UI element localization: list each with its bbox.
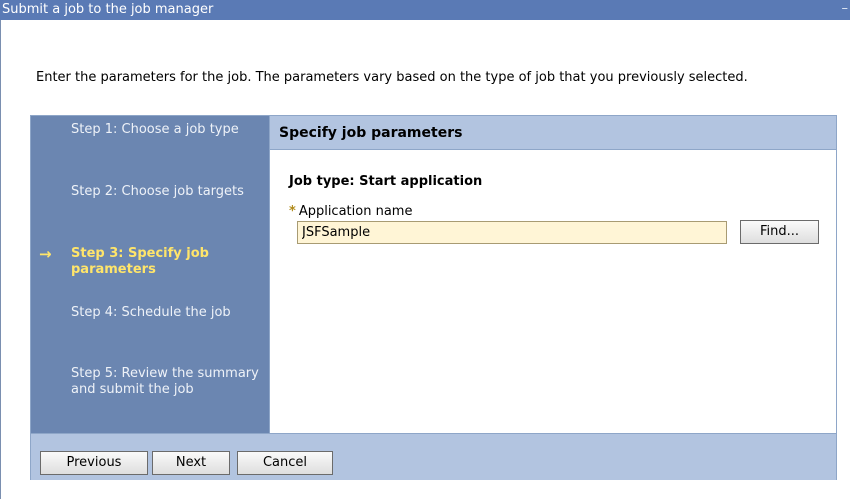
panel-heading: Specify job parameters xyxy=(270,116,836,150)
application-name-text: Application name xyxy=(298,204,413,219)
collapse-icon[interactable]: – xyxy=(842,0,849,19)
step-3-current: → Step 3: Specify job parameters xyxy=(39,246,261,278)
arrow-right-icon: → xyxy=(39,245,52,263)
wizard: Step 1: Choose a job type Step 2: Choose… xyxy=(30,115,837,480)
steps-sidebar: Step 1: Choose a job type Step 2: Choose… xyxy=(31,116,270,433)
step-5: Step 5: Review the summary and submit th… xyxy=(71,366,259,397)
step-3-label: Step 3: Specify job parameters xyxy=(71,246,209,277)
application-name-input[interactable] xyxy=(297,221,727,244)
step-1: Step 1: Choose a job type xyxy=(71,122,239,137)
frame-border xyxy=(0,20,1,499)
intro-text: Enter the parameters for the job. The pa… xyxy=(36,70,748,85)
next-button[interactable]: Next xyxy=(152,451,230,475)
application-name-label: * Application name xyxy=(289,205,412,219)
previous-button[interactable]: Previous xyxy=(40,451,148,475)
window-title: Submit a job to the job manager xyxy=(2,2,214,17)
step-4: Step 4: Schedule the job xyxy=(71,305,231,320)
job-type-label: Job type: Start application xyxy=(289,174,483,189)
cancel-button[interactable]: Cancel xyxy=(237,451,333,475)
step-2: Step 2: Choose job targets xyxy=(71,184,244,199)
wizard-footer: Previous Next Cancel xyxy=(31,433,836,480)
window-titlebar: Submit a job to the job manager – xyxy=(0,0,850,20)
required-marker-icon: * xyxy=(289,204,296,219)
find-button[interactable]: Find... xyxy=(740,220,819,244)
parameters-panel: Specify job parameters Job type: Start a… xyxy=(270,116,836,433)
